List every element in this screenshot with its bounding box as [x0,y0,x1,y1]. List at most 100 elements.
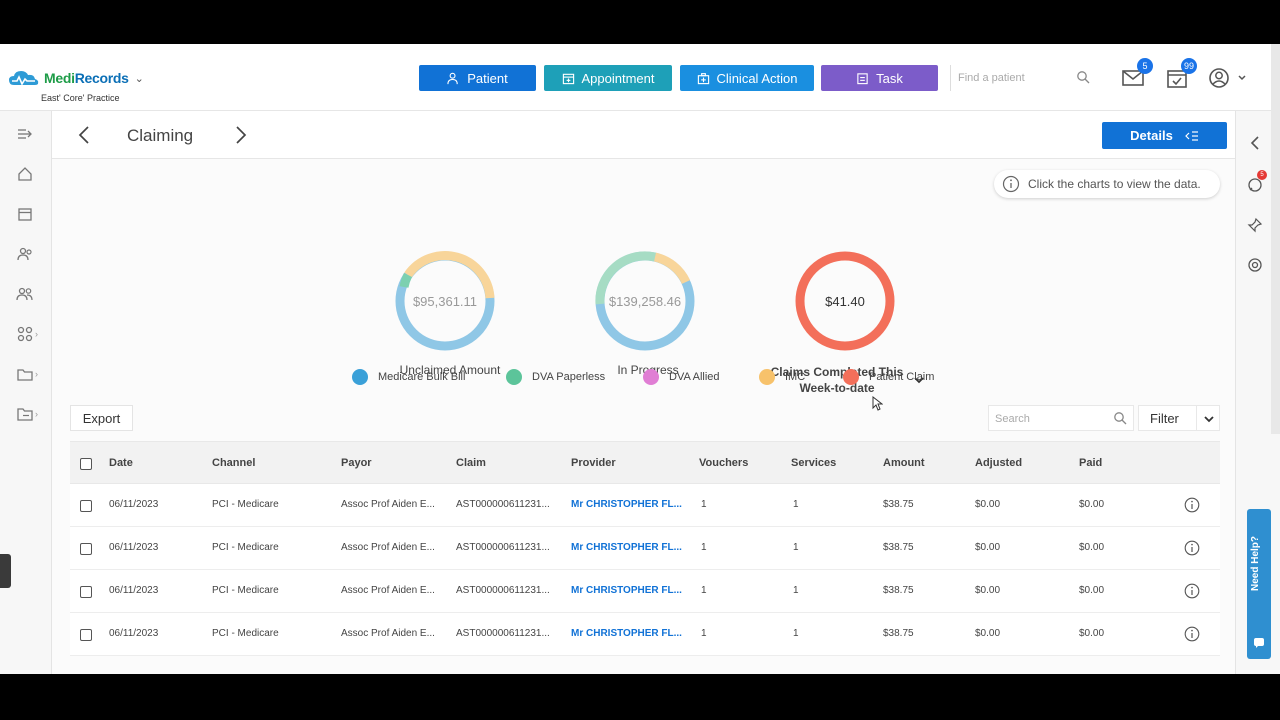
column-date[interactable]: Date [109,457,133,469]
completed-value: $41.40 [825,294,865,309]
chevron-left-icon[interactable] [77,125,91,145]
table-row[interactable]: 06/11/2023 PCI - Medicare Assoc Prof Aid… [70,613,1220,656]
calendar-icon[interactable] [16,205,34,223]
cell-channel: PCI - Medicare [212,499,279,510]
task-button[interactable]: Task [821,65,938,91]
info-icon [1002,175,1020,193]
column-services[interactable]: Services [791,457,836,469]
collapsed-panel-tab[interactable] [0,554,11,588]
column-amount[interactable]: Amount [883,457,925,469]
in-progress-donut-chart[interactable]: $139,258.46 [593,249,697,353]
pin-icon[interactable] [1247,217,1263,233]
cell-payor: Assoc Prof Aiden E... [341,499,435,510]
page-title: Claiming [127,126,194,145]
row-checkbox[interactable] [80,543,92,555]
table-row[interactable]: 06/11/2023 PCI - Medicare Assoc Prof Aid… [70,484,1220,527]
find-patient-placeholder: Find a patient [958,72,1025,84]
at-sign-icon[interactable] [1247,257,1263,273]
cell-claim: AST000000611231... [456,499,550,510]
unclaimed-donut-chart[interactable]: $95,361.11 [393,249,497,353]
table-row[interactable]: 06/11/2023 PCI - Medicare Assoc Prof Aid… [70,570,1220,613]
info-icon[interactable] [1184,626,1200,642]
select-all-checkbox[interactable] [80,458,92,470]
cell-adjusted: $0.00 [975,585,1001,596]
mail-button[interactable]: 5 [1121,58,1153,90]
column-provider[interactable]: Provider [571,457,616,469]
row-checkbox[interactable] [80,586,92,598]
cell-channel: PCI - Medicare [212,628,279,639]
column-adjusted[interactable]: Adjusted [975,457,1022,469]
legend-dva-paperless[interactable]: DVA Paperless [506,369,605,385]
legend-medicare-bulk-bill[interactable]: Medicare Bulk Bill [352,369,465,385]
logo-text: MediRecords [44,70,129,86]
app-logo[interactable]: MediRecords ⌄ [8,68,144,88]
user-plus-icon [447,72,459,84]
home-icon[interactable] [16,165,34,183]
clinical-action-button[interactable]: Clinical Action [680,65,814,91]
tasks-button[interactable]: 99 [1165,58,1197,90]
expand-menu-icon[interactable] [16,125,34,143]
cell-provider-link[interactable]: Mr CHRISTOPHER FL... [571,628,682,639]
search-placeholder: Search [995,413,1030,425]
find-patient-input[interactable]: Find a patient [950,65,1100,91]
filter-button[interactable]: Filter [1138,405,1220,431]
column-payor[interactable]: Payor [341,457,372,469]
page-scrollbar[interactable] [1271,44,1280,434]
folder-export-icon[interactable] [16,405,34,423]
chevron-down-icon[interactable] [1203,414,1215,424]
column-vouchers[interactable]: Vouchers [699,457,748,469]
appointment-label: Appointment [581,70,655,86]
row-checkbox[interactable] [80,629,92,641]
row-checkbox[interactable] [80,500,92,512]
info-icon[interactable] [1184,497,1200,513]
in-progress-value: $139,258.46 [609,294,681,309]
export-button[interactable]: Export [70,405,133,431]
charts-hint: Click the charts to view the data. [994,170,1220,198]
legend-dva-allied[interactable]: DVA Allied [643,369,720,385]
left-sidebar: › › › [0,111,52,674]
chevron-left-icon[interactable] [1247,135,1263,151]
column-channel[interactable]: Channel [212,457,255,469]
cell-paid: $0.00 [1079,542,1105,553]
table-row[interactable]: 06/11/2023 PCI - Medicare Assoc Prof Aid… [70,527,1220,570]
search-input[interactable]: Search [988,405,1134,431]
cell-provider-link[interactable]: Mr CHRISTOPHER FL... [571,585,682,596]
patient-label: Patient [467,70,508,86]
calendar-icon [562,73,574,84]
column-paid[interactable]: Paid [1079,457,1102,469]
cell-paid: $0.00 [1079,499,1105,510]
chevron-right-icon[interactable] [234,125,248,145]
cell-vouchers: 1 [701,585,707,596]
appointment-button[interactable]: Appointment [544,65,672,91]
cell-provider-link[interactable]: Mr CHRISTOPHER FL... [571,542,682,553]
charts-hint-text: Click the charts to view the data. [1028,177,1201,191]
patient-button[interactable]: Patient [419,65,536,91]
info-icon[interactable] [1184,583,1200,599]
patients-icon[interactable] [16,245,34,263]
search-icon[interactable] [1076,70,1090,84]
legend-patient-claim[interactable]: Patient Claim [843,369,934,385]
search-icon[interactable] [1113,411,1127,425]
cell-provider-link[interactable]: Mr CHRISTOPHER FL... [571,499,682,510]
task-label: Task [876,70,903,86]
apps-icon[interactable] [16,325,34,343]
cell-services: 1 [793,585,799,596]
folder-icon[interactable] [16,365,34,383]
divider [1196,406,1197,430]
completed-donut-chart[interactable]: $41.40 [793,249,897,353]
user-menu-button[interactable] [1209,66,1249,90]
chevron-down-icon[interactable]: ⌄ [135,72,144,85]
need-help-button[interactable]: Need Help? [1247,509,1271,659]
contacts-icon[interactable] [16,285,34,303]
info-icon[interactable] [1184,540,1200,556]
cell-amount: $38.75 [883,542,914,553]
details-label: Details [1130,128,1173,143]
details-button[interactable]: Details [1102,122,1227,149]
cell-claim: AST000000611231... [456,542,550,553]
legend-imc[interactable]: IMC [759,369,805,385]
table-header: Date Channel Payor Claim Provider Vouche… [70,441,1220,484]
column-claim[interactable]: Claim [456,457,486,469]
cloud-logo-icon [9,71,39,86]
cell-date: 06/11/2023 [109,499,159,510]
messages-button[interactable]: 5 [1247,170,1267,193]
